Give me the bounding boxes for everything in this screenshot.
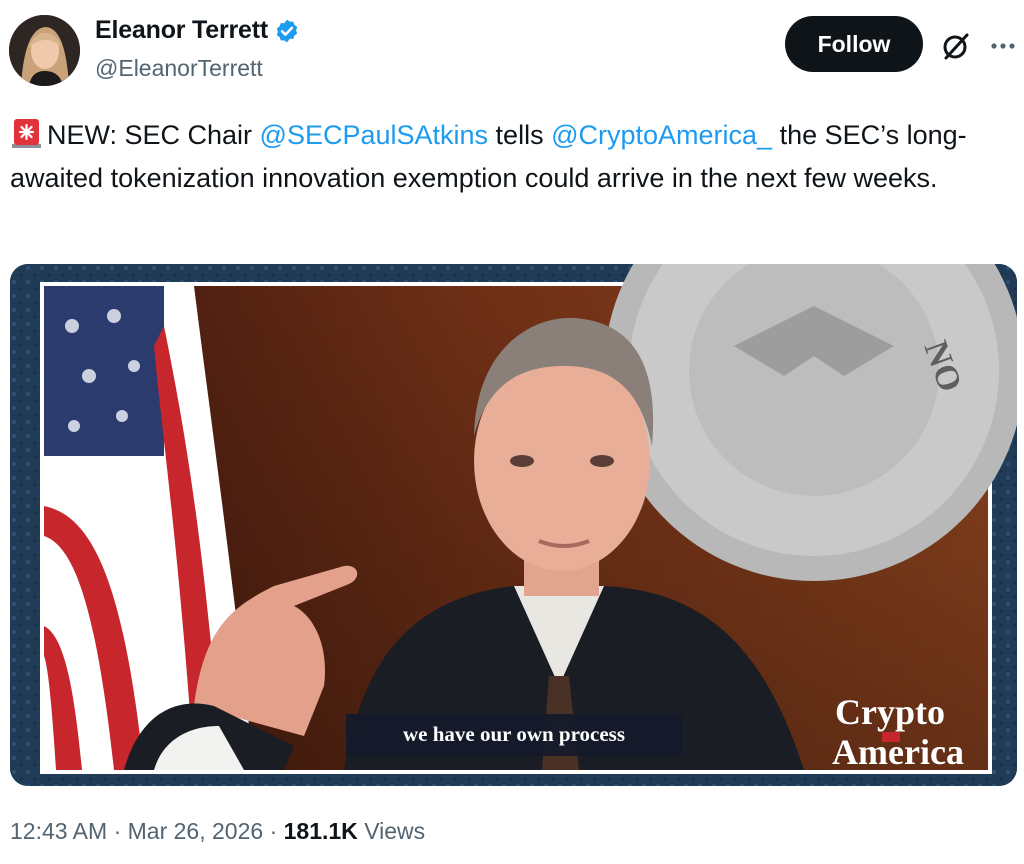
watermark-line-1: Crypto [835,692,945,732]
views-label: Views [364,818,426,844]
author-display-name[interactable]: Eleanor Terrett [95,16,268,45]
mention-secpaulsatkins[interactable]: @SECPaulSAtkins [260,120,489,150]
tweet-text-part: tells [488,120,552,150]
meta-separator: · [269,818,284,844]
tweet-date[interactable]: Mar 26, 2026 [128,818,264,844]
tweet-time[interactable]: 12:43 AM [10,818,107,844]
verified-badge-icon [276,19,298,42]
follow-button[interactable]: Follow [785,16,923,72]
video-caption: we have our own process [403,722,625,746]
more-dots-icon[interactable] [985,28,1021,64]
views-count: 181.1K [283,818,358,844]
watermark-line-2: America [832,732,964,772]
video-frame: NO we have our own process Crypto Americ… [10,264,1017,786]
avatar-image [9,15,80,86]
meta-separator: · [113,818,128,844]
tweet-meta: 12:43 AM · Mar 26, 2026 · 181.1K Views [10,818,425,845]
rotating-light-icon [12,119,41,148]
author-handle[interactable]: @EleanorTerrett [95,55,263,82]
tweet-video[interactable]: NO we have our own process Crypto Americ… [10,264,1017,786]
mention-cryptoamerica[interactable]: @CryptoAmerica_ [551,120,772,150]
tweet-text: NEW: SEC Chair @SECPaulSAtkins tells @Cr… [10,114,1015,200]
slashed-circle-icon[interactable] [940,30,972,62]
tweet-text-part: NEW: SEC Chair [47,120,260,150]
avatar[interactable] [9,15,80,86]
author-name-row[interactable]: Eleanor Terrett [95,16,300,45]
